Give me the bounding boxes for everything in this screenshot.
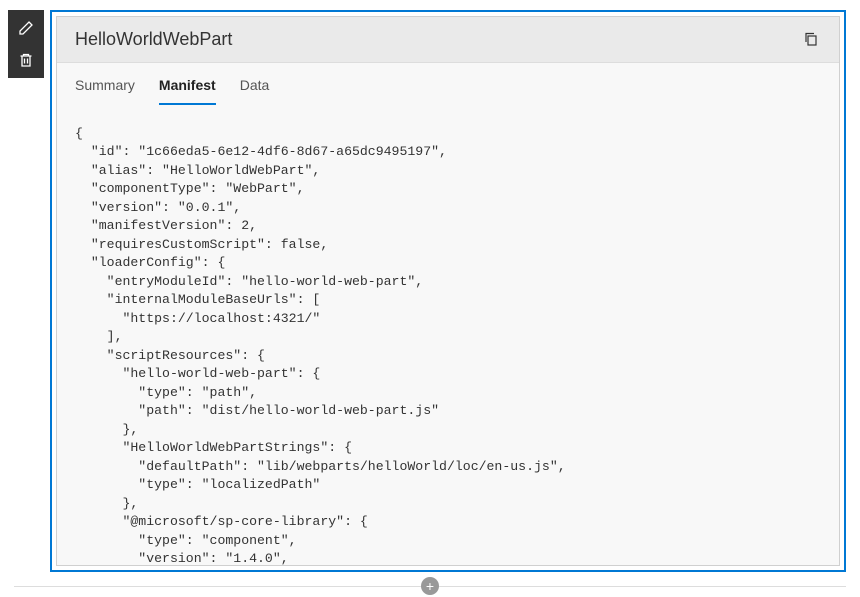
pencil-icon (18, 20, 34, 36)
edit-toolbar (8, 10, 44, 78)
webpart-panel: HelloWorldWebPart Summary Manifest Data … (50, 10, 846, 572)
panel-header: HelloWorldWebPart (57, 17, 839, 63)
tab-data[interactable]: Data (240, 77, 270, 105)
copy-button[interactable] (803, 31, 821, 49)
copy-icon (803, 31, 819, 47)
delete-button[interactable] (16, 50, 36, 70)
panel-inner: HelloWorldWebPart Summary Manifest Data … (56, 16, 840, 566)
plus-icon: + (426, 578, 434, 594)
add-section-button[interactable]: + (421, 577, 439, 595)
tab-summary[interactable]: Summary (75, 77, 135, 105)
tab-bar: Summary Manifest Data (57, 63, 839, 105)
trash-icon (18, 52, 34, 68)
manifest-code: { "id": "1c66eda5-6e12-4df6-8d67-a65dc94… (57, 105, 839, 565)
panel-title: HelloWorldWebPart (75, 29, 232, 50)
edit-button[interactable] (16, 18, 36, 38)
tab-manifest[interactable]: Manifest (159, 77, 216, 105)
